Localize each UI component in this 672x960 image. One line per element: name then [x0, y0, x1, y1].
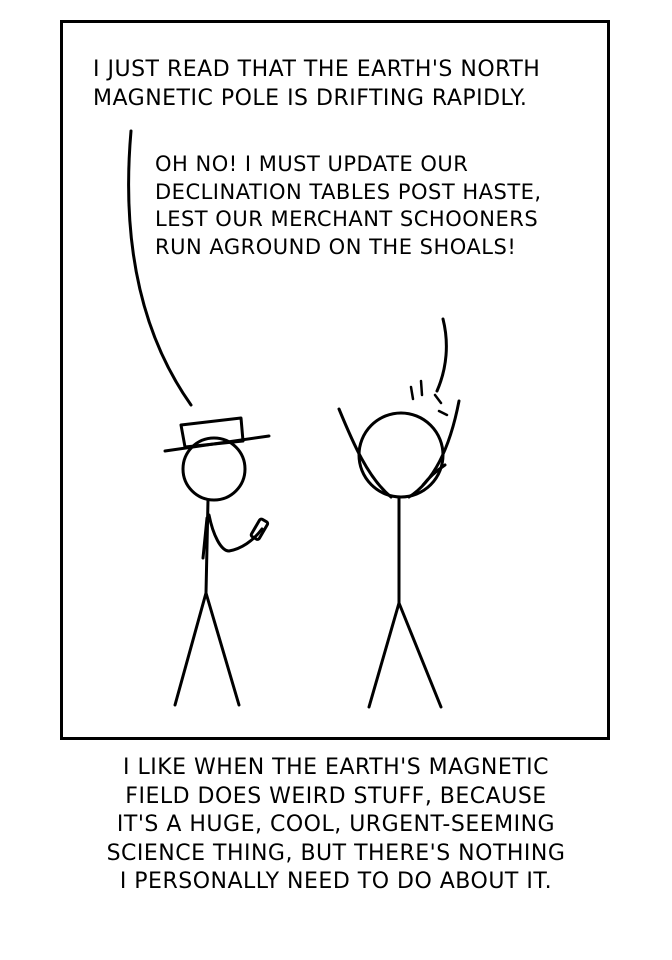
phone-icon: [249, 517, 270, 541]
alarmed-guy-figure: [337, 399, 461, 709]
hat-guy-body: [204, 498, 210, 595]
alarmed-guy-head: [357, 411, 445, 499]
hat-guy-head: [181, 436, 247, 502]
caption-text: I like when the Earth's magnetic field d…: [106, 755, 566, 895]
hat-guy-figure: [163, 416, 271, 707]
comic-panel: I just read that the Earth's north magne…: [60, 20, 610, 740]
speech-tail-alarmed-guy: [435, 317, 448, 393]
comic-drawing: [127, 129, 461, 709]
hat-guy-arm: [207, 513, 264, 553]
hat-guy-left-leg: [173, 591, 208, 707]
alarmed-guy-left-arm: [337, 407, 393, 499]
alarmed-guy-left-leg: [367, 601, 401, 709]
alarm-marks-icon: [409, 379, 449, 417]
hat-crown: [179, 416, 245, 449]
hat-guy-right-leg: [204, 591, 241, 707]
alarmed-guy-right-leg: [397, 601, 443, 709]
speech-tail-hat-guy: [127, 129, 193, 407]
